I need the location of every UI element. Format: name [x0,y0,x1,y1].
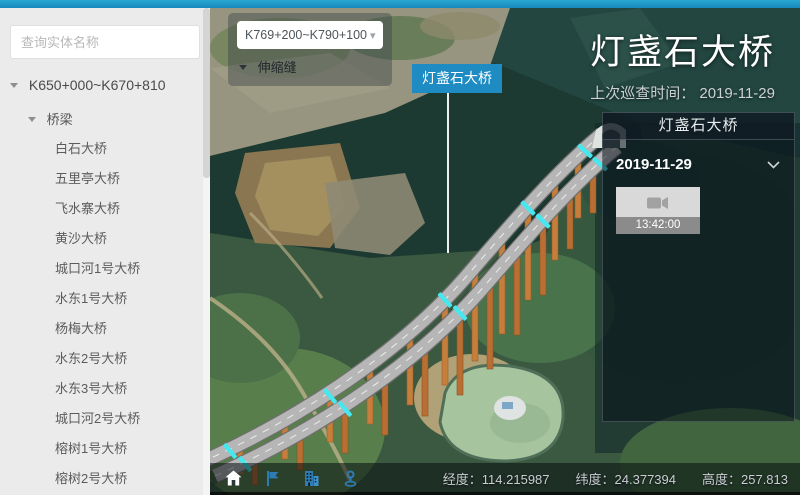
last-patrol-label: 上次巡查时间： [590,85,695,102]
bridge-item[interactable]: 榕树2号大桥 [0,464,210,494]
tree-root-label: K650+000~K670+810 [29,77,166,93]
bridge-item[interactable]: 白石大桥 [0,134,210,164]
flag-button[interactable] [263,469,281,487]
longitude-readout: 经度：114.215987 [443,469,550,488]
bridge-item[interactable]: 城口河1号大桥 [0,254,210,284]
entity-tree: K650+000~K670+810 桥梁 白石大桥 五里亭大桥 飞水寨大桥 黄沙… [0,69,210,494]
flag-icon [265,470,280,486]
last-patrol-time: 上次巡查时间： 2019-11-29 [590,82,775,103]
station-range-value: K769+200~K790+100 [245,28,367,42]
sidebar: K650+000~K670+810 桥梁 白石大桥 五里亭大桥 飞水寨大桥 黄沙… [0,8,210,495]
bridge-item[interactable]: 水东3号大桥 [0,374,210,404]
last-patrol-date: 2019-11-29 [699,85,775,102]
status-bar: 经度：114.215987 纬度：24.377394 高度：257.813 [210,463,800,495]
dropdown-caret-icon: ▾ [370,29,376,42]
bridge-item[interactable]: 水东2号大桥 [0,344,210,374]
caret-down-icon [10,83,18,88]
inspection-panel-title: 灯盏石大桥 [603,113,794,140]
sidebar-scrollbar[interactable] [203,8,210,495]
location-pin-icon [343,470,358,487]
caret-down-icon [239,65,247,70]
bridge-list: 白石大桥 五里亭大桥 飞水寨大桥 黄沙大桥 城口河1号大桥 水东1号大桥 杨梅大… [0,134,210,494]
location-pin-button[interactable] [341,469,359,487]
title-block: 灯盏石大桥 上次巡查时间： 2019-11-29 [590,24,775,103]
tree-node-expansion-joint[interactable]: 伸缩缝 [237,49,383,82]
inspection-panel: 灯盏石大桥 2019-11-29 13:42:00 [602,112,795,422]
video-thumbnail[interactable]: 13:42:00 [616,187,700,234]
building-icon [303,470,320,486]
bridge-item[interactable]: 城口河2号大桥 [0,404,210,434]
map-viewport[interactable]: 灯盏石大桥 K769+200~K790+100 ▾ 伸缩缝 灯盏石大桥 上次巡查… [210,8,800,495]
building-button[interactable] [302,469,320,487]
latitude-readout: 纬度：24.377394 [576,469,676,488]
sidebar-scrollbar-thumb[interactable] [203,8,210,178]
station-range-select[interactable]: K769+200~K790+100 ▾ [237,21,383,49]
bridge-item[interactable]: 飞水寨大桥 [0,194,210,224]
caret-down-icon [28,117,36,122]
chevron-down-icon [767,161,780,169]
bridge-item[interactable]: 水东1号大桥 [0,284,210,314]
page-title: 灯盏石大桥 [590,24,775,75]
tree-node-bridge-group[interactable]: 桥梁 [0,100,210,134]
top-accent-bar [0,0,800,8]
video-timestamp: 13:42:00 [616,217,700,234]
station-filter-panel: K769+200~K790+100 ▾ 伸缩缝 [228,13,392,86]
layer-node-label: 伸缩缝 [258,60,297,75]
tree-group-label: 桥梁 [47,112,73,127]
bridge-map-label[interactable]: 灯盏石大桥 [412,64,502,93]
home-button[interactable] [224,469,242,487]
inspection-date-row[interactable]: 2019-11-29 [603,140,794,173]
altitude-readout: 高度：257.813 [702,469,788,488]
home-icon [225,470,242,486]
bridge-item[interactable]: 杨梅大桥 [0,314,210,344]
bridge-item[interactable]: 五里亭大桥 [0,164,210,194]
search-input[interactable] [10,25,200,59]
app-root: K650+000~K670+810 桥梁 白石大桥 五里亭大桥 飞水寨大桥 黄沙… [0,0,800,495]
inspection-date: 2019-11-29 [616,156,692,173]
tree-node-section[interactable]: K650+000~K670+810 [0,69,210,100]
bridge-item[interactable]: 黄沙大桥 [0,224,210,254]
camera-coordinates: 经度：114.215987 纬度：24.377394 高度：257.813 [443,469,788,488]
bridge-label-leader-line [447,87,449,253]
bridge-item[interactable]: 榕树1号大桥 [0,434,210,464]
video-camera-icon [647,196,669,210]
